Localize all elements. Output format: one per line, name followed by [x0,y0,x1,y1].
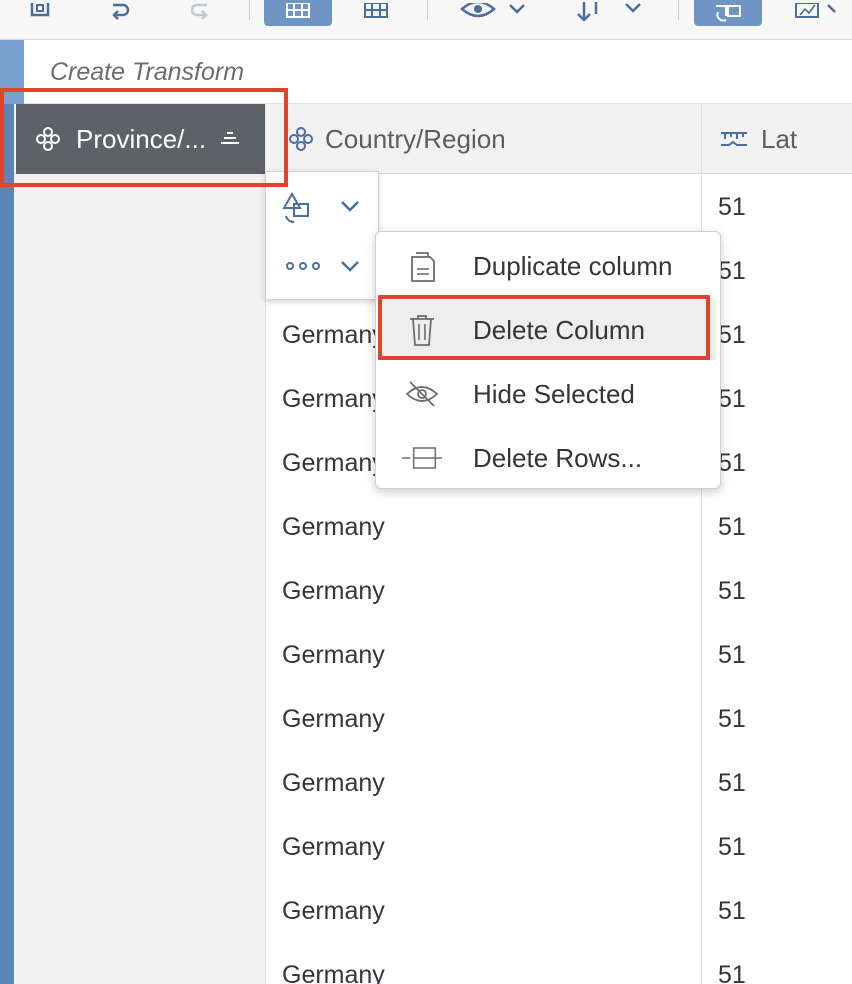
province-cell[interactable] [14,303,265,367]
province-cell[interactable] [14,367,265,431]
country-cell[interactable]: Germany [265,879,701,943]
grid-view-icon [286,3,310,18]
province-cell[interactable] [14,431,265,495]
column-header-country[interactable]: Country/Region [265,104,701,174]
country-cell[interactable]: Germany [265,943,701,984]
redo-button[interactable] [178,0,222,26]
menu-item-label: Hide Selected [473,378,635,409]
lat-cell[interactable]: 51 [701,175,852,239]
province-cell[interactable] [14,879,265,943]
sort-dropdown[interactable] [570,0,650,26]
menu-item-hide-selected[interactable]: Hide Selected [380,364,716,424]
undo-icon [112,3,130,20]
lat-cell[interactable]: 51 [701,687,852,751]
province-cell[interactable] [14,623,265,687]
column-context-menu: Duplicate column Delete Column Hide Sele… [375,231,721,489]
country-cell[interactable]: Germany [265,687,701,751]
transform-button[interactable] [694,0,762,26]
province-cell[interactable] [14,815,265,879]
menu-item-label: Delete Rows... [473,442,643,473]
lat-cell[interactable]: 51 [701,303,852,367]
table-view-icon [364,3,388,18]
lat-cell[interactable]: 51 [701,751,852,815]
menu-item-duplicate-column[interactable]: Duplicate column [380,236,716,296]
province-cell[interactable] [14,495,265,559]
lat-cell[interactable]: 51 [701,623,852,687]
lat-cell[interactable]: 51 [701,495,852,559]
province-cell[interactable] [14,687,265,751]
more-actions-dropdown[interactable] [266,236,380,296]
hide-icon [402,376,442,412]
data-preparation-view: Create Transform Province/... Country/Re… [0,0,852,984]
duplicate-icon [402,248,442,284]
province-cell[interactable] [14,239,265,303]
country-cell[interactable]: Germany [265,815,701,879]
transform-icon [716,5,741,22]
more-icon [286,261,359,272]
undo-button[interactable] [98,0,142,26]
lat-cell[interactable]: 51 [701,239,852,303]
table-row[interactable]: Germany 51 [14,879,852,943]
country-cell[interactable]: Germany [265,751,701,815]
lat-cell[interactable]: 51 [701,879,852,943]
save-button[interactable] [18,0,62,26]
table-row[interactable]: Germany 51 [14,495,852,559]
table-row[interactable]: Germany 51 [14,623,852,687]
table-row[interactable]: Germany 51 [14,559,852,623]
toolbar [0,0,852,40]
country-cell[interactable]: Germany [265,623,701,687]
column-header-label: Country/Region [325,123,506,154]
eye-icon [460,3,525,18]
column-header-label: Lat [761,123,798,154]
menu-item-label: Duplicate column [473,250,673,281]
menu-item-delete-rows[interactable]: Delete Rows... [380,428,716,488]
country-cell[interactable]: Germany [265,495,701,559]
redo-icon [190,3,208,20]
transform-bar-placeholder: Create Transform [50,58,245,86]
province-cell[interactable] [14,559,265,623]
grid-view-button[interactable] [264,0,332,26]
table-row[interactable]: Germany 51 [14,751,852,815]
table-row[interactable]: Germany 51 [14,815,852,879]
header-highlight [0,88,288,187]
country-cell[interactable]: Germany [265,559,701,623]
delete-rows-icon [402,440,442,476]
province-cell[interactable] [14,751,265,815]
lat-cell[interactable]: 51 [701,815,852,879]
dimension-icon [289,127,313,151]
table-view-button[interactable] [344,0,408,26]
measure-icon [721,132,747,146]
table-row[interactable]: Germany 51 [14,687,852,751]
delete-column-highlight [378,295,710,360]
chart-button[interactable] [782,0,842,26]
lat-cell[interactable]: 51 [701,367,852,431]
sort-icon [577,2,641,22]
column-action-popup [265,171,379,300]
visibility-dropdown[interactable] [452,0,532,26]
table-row[interactable]: Germany 51 [14,943,852,984]
smart-transform-icon [282,191,359,223]
lat-cell[interactable]: 51 [701,431,852,495]
column-header-lat[interactable]: Lat [701,104,852,174]
lat-cell[interactable]: 51 [701,559,852,623]
chart-icon [795,3,836,18]
province-cell[interactable] [14,943,265,984]
lat-cell[interactable]: 51 [701,943,852,984]
save-icon [30,3,50,17]
